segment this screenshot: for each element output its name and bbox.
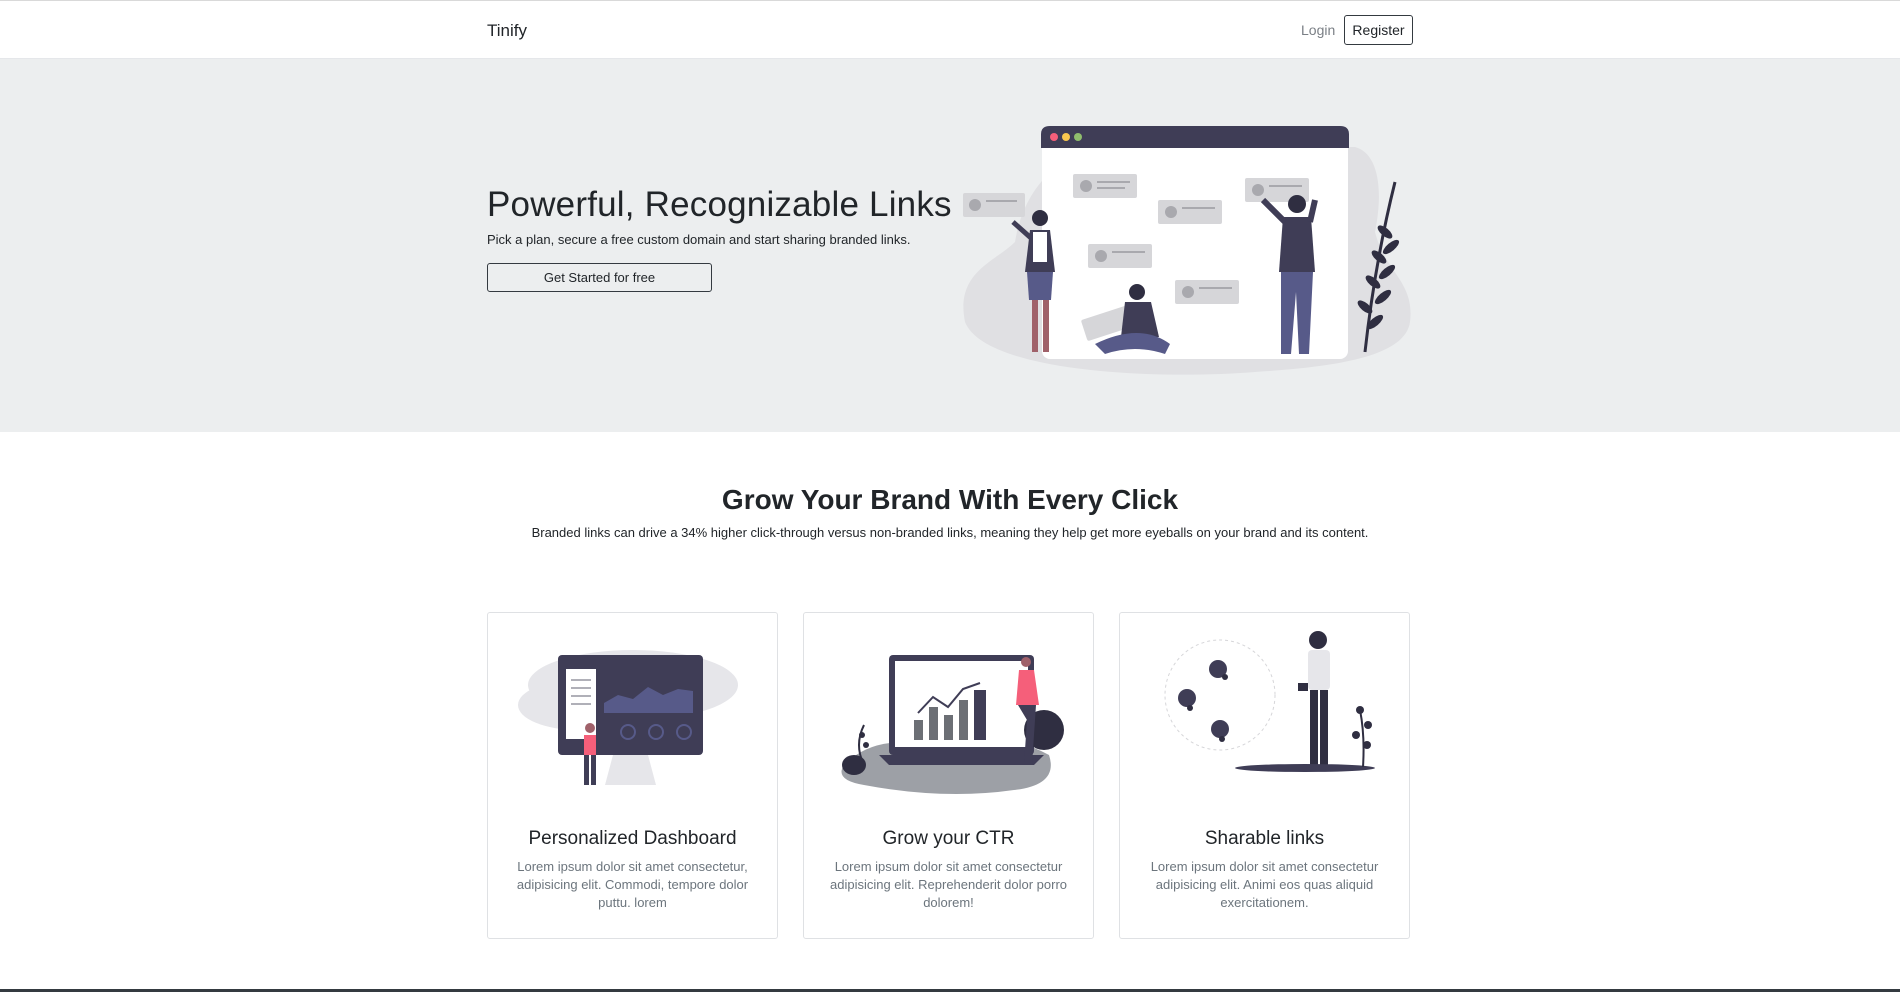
hero-illustration [963,126,1411,375]
feature-card-dashboard: Personalized Dashboard Lorem ipsum dolor… [487,612,778,939]
card-title: Personalized Dashboard [528,828,737,849]
twitter-icon [1211,720,1229,738]
dashboard-illustration [518,650,738,785]
sharable-illustration [1164,631,1375,772]
card-title: Sharable links [1204,828,1325,849]
feature-card-ctr: Grow your CTR Lorem ipsum dolor sit amet… [803,612,1094,939]
card-text: Lorem ipsum dolor sit amet consectetur, … [516,859,749,910]
register-button[interactable]: Register [1344,15,1413,45]
hero-subtitle: Pick a plan, secure a free custom domain… [487,232,911,247]
features-title: Grow Your Brand With Every Click [721,484,1179,515]
card-text: Lorem ipsum dolor sit amet consectetur a… [829,859,1068,910]
navbar: Tinify Login Register [0,0,1900,59]
instagram-icon [1178,689,1196,707]
features-subtitle: Branded links can drive a 34% higher cli… [531,525,1369,540]
card-text: Lorem ipsum dolor sit amet consectetur a… [1150,859,1379,910]
hero-title: Powerful, Recognizable Links [487,185,952,224]
get-started-button[interactable]: Get Started for free [487,263,712,292]
brand-logo[interactable]: Tinify [487,21,527,41]
login-link[interactable]: Login [1301,22,1335,38]
feature-card-sharable: Sharable links Lorem ipsum dolor sit ame… [1119,612,1410,939]
card-title: Grow your CTR [882,828,1015,849]
hero-section [0,59,1900,432]
ctr-illustration [841,655,1064,794]
